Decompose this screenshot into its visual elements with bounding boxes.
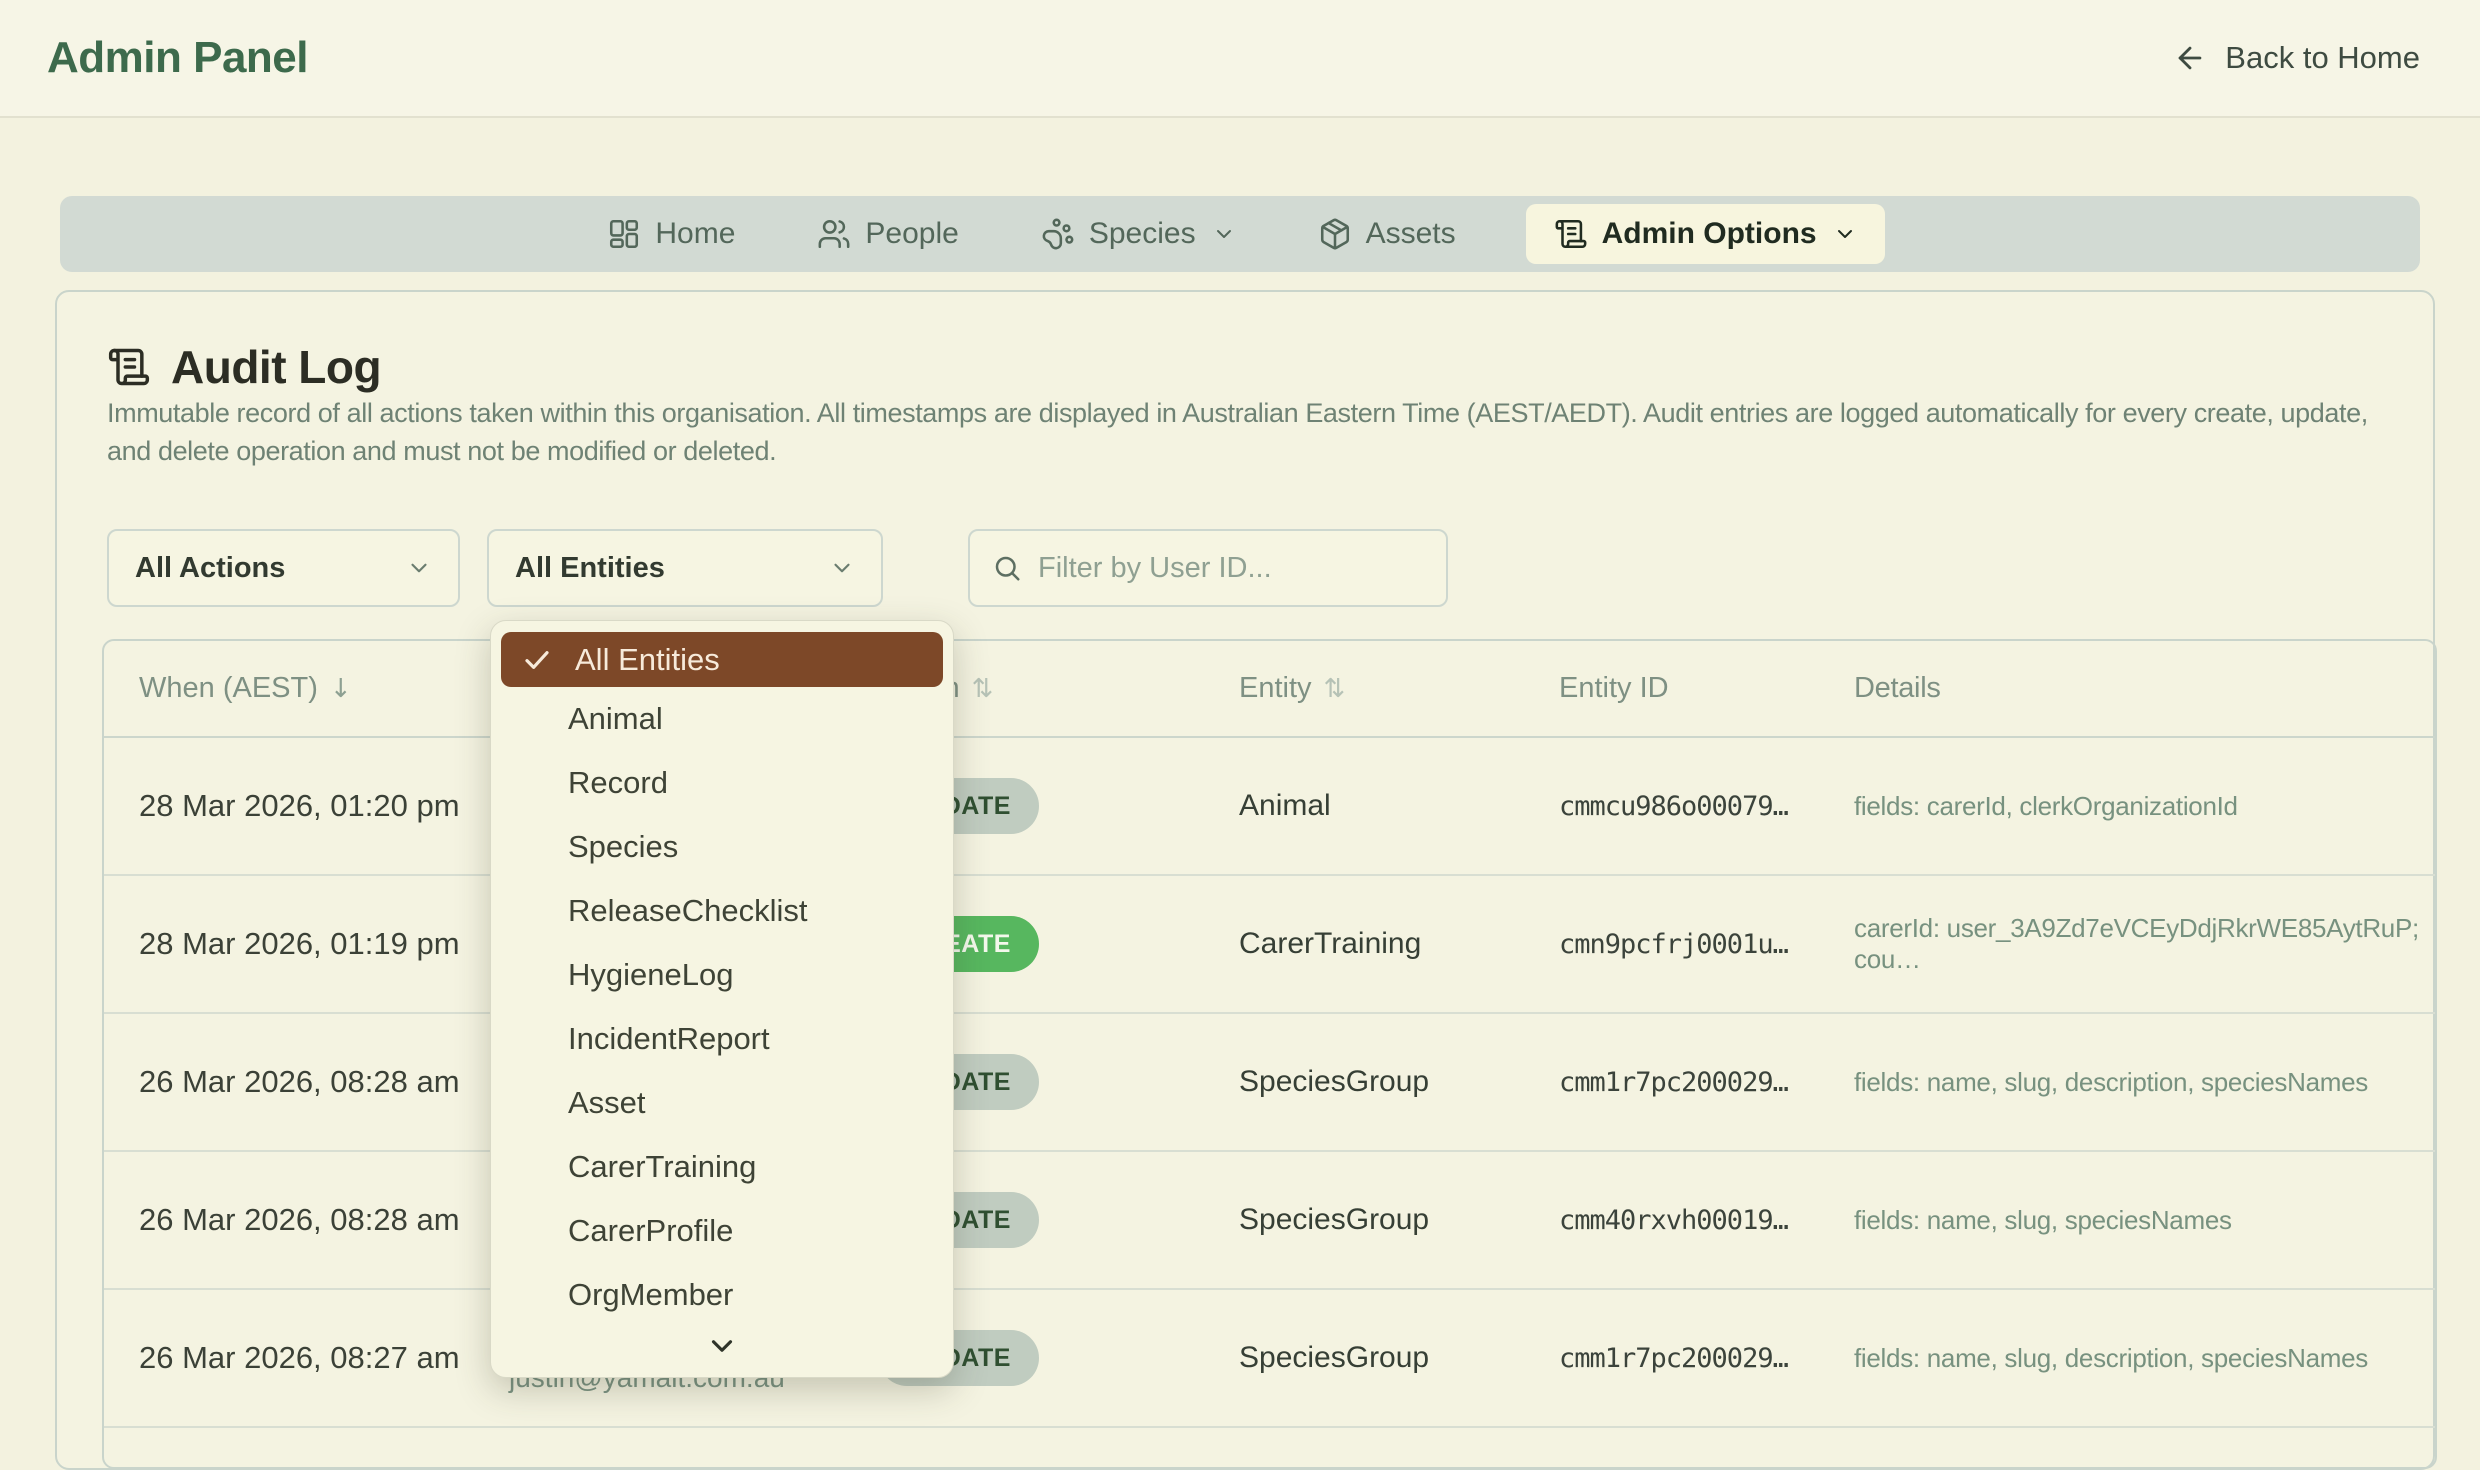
dashboard-grid-icon [607,217,641,251]
table-row: 26 Mar 2026, 08:28 am UPDATE SpeciesGrou… [104,1014,2435,1152]
dropdown-option-hygienelog[interactable]: HygieneLog [501,943,943,1007]
entity-filter-dropdown: All Entities Animal Record Species Relea… [490,620,954,1378]
when-cell: 26 Mar 2026, 08:28 am [139,1064,460,1099]
when-cell: 26 Mar 2026, 08:28 am [139,1202,460,1237]
audit-table: When (AEST) ↓ Action ⇅ Entity ⇅ Entity I… [102,639,2437,1469]
entity-id-cell: cmm1r7pc200029… [1559,1066,1789,1098]
entity-id-cell: cmn9pcfrj0001u… [1559,928,1789,960]
dropdown-option-asset[interactable]: Asset [501,1071,943,1135]
column-label: Entity [1239,672,1312,704]
table-row: 26 Mar 2026, 08:28 am UPDATE SpeciesGrou… [104,1152,2435,1290]
sort-both-icon: ⇅ [971,673,994,704]
sort-desc-icon: ↓ [329,673,352,704]
nav-item-people[interactable]: People [805,204,970,264]
entity-id-cell: cmm1r7pc200029… [1559,1342,1789,1374]
nav-item-species[interactable]: Species [1029,204,1248,264]
table-row: 28 Mar 2026, 01:20 pm UPDATE Animal cmmc… [104,738,2435,876]
dropdown-option-animal[interactable]: Animal [501,687,943,751]
entity-id-cell: cmm40rxvh00019… [1559,1204,1789,1236]
arrow-left-icon [2173,41,2207,75]
details-cell: fields: name, slug, speciesNames [1854,1204,2232,1235]
nav-item-label: People [865,217,959,250]
nav-item-label: Assets [1365,217,1456,250]
sort-both-icon: ⇅ [1323,673,1346,704]
dropdown-option-incidentreport[interactable]: IncidentReport [501,1007,943,1071]
paw-print-icon [1041,217,1075,251]
column-header-when[interactable]: When (AEST) ↓ [139,641,352,736]
when-cell: 28 Mar 2026, 01:20 pm [139,788,460,823]
user-id-filter [968,529,1448,607]
entity-id-cell: cmmcu986o00079… [1559,790,1789,822]
main-nav: Home People Species Assets Admin Options [60,196,2420,272]
column-header-entity-id: Entity ID [1559,641,1669,736]
audit-log-card: Audit Log Immutable record of all action… [55,290,2437,1470]
audit-log-description: Immutable record of all actions taken wi… [107,398,2368,466]
entity-cell: SpeciesGroup [1239,1341,1430,1374]
dropdown-scroll-down-chevron[interactable] [491,1329,953,1363]
filters-row: All Actions All Entities [107,529,1448,607]
dropdown-option-carertraining[interactable]: CarerTraining [501,1135,943,1199]
scroll-icon [107,345,151,389]
chevron-down-icon [1212,222,1236,246]
column-label: Entity ID [1559,672,1669,704]
audit-table-header: When (AEST) ↓ Action ⇅ Entity ⇅ Entity I… [104,641,2435,738]
audit-log-title: Audit Log [171,341,382,393]
nav-item-admin-options[interactable]: Admin Options [1525,204,1885,264]
dropdown-option-carerprofile[interactable]: CarerProfile [501,1199,943,1263]
check-icon [521,644,553,676]
dropdown-option-all-entities[interactable]: All Entities [501,632,943,687]
chevron-down-icon [829,555,855,581]
details-cell: fields: name, slug, description, species… [1854,1342,2368,1373]
details-cell: fields: name, slug, description, species… [1854,1066,2368,1097]
table-row: 28 Mar 2026, 01:19 pm CREATE CarerTraini… [104,876,2435,1014]
dropdown-option-species[interactable]: Species [501,815,943,879]
column-header-details: Details [1854,641,1941,736]
column-label: When (AEST) [139,672,318,704]
scroll-icon [1554,217,1588,251]
package-icon [1318,217,1352,251]
nav-item-label: Home [655,217,736,250]
column-header-entity[interactable]: Entity ⇅ [1239,641,1345,736]
column-label: Details [1854,672,1941,704]
dropdown-option-orgmember[interactable]: OrgMember [501,1263,943,1327]
entity-cell: Animal [1239,789,1331,822]
chevron-down-icon [406,555,432,581]
when-cell: 26 Mar 2026, 08:27 am [139,1340,460,1375]
page-title: Admin Panel [47,33,309,82]
back-to-home-link[interactable]: Back to Home [2173,40,2420,76]
nav-item-assets[interactable]: Assets [1306,204,1468,264]
back-to-home-label: Back to Home [2225,40,2420,75]
dropdown-option-label: All Entities [575,641,720,677]
top-header: Admin Panel Back to Home [0,0,2480,118]
entities-filter-value: All Entities [515,551,665,584]
details-cell: carerId: user_3A9Zd7eVCEyDdjRkrWE85AytRu… [1854,913,2419,974]
entity-cell: CarerTraining [1239,927,1422,960]
details-cell: fields: carerId, clerkOrganizationId [1854,790,2238,821]
nav-item-label: Species [1088,217,1196,250]
nav-item-home[interactable]: Home [595,204,747,264]
table-row: 26 Mar 2026, 08:27 am justin@yamalt.com.… [104,1290,2435,1428]
when-cell: 28 Mar 2026, 01:19 pm [139,926,460,961]
nav-item-label: Admin Options [1601,217,1817,250]
entity-cell: SpeciesGroup [1239,1203,1430,1236]
entities-filter-select[interactable]: All Entities [487,529,883,607]
actions-filter-select[interactable]: All Actions [107,529,460,607]
entity-cell: SpeciesGroup [1239,1065,1430,1098]
user-id-filter-input[interactable] [1038,551,1424,585]
dropdown-option-record[interactable]: Record [501,751,943,815]
users-icon [817,217,851,251]
actions-filter-value: All Actions [135,551,286,584]
search-icon [992,553,1022,583]
audit-log-title-row: Audit Log [107,340,382,394]
dropdown-option-releasechecklist[interactable]: ReleaseChecklist [501,879,943,943]
chevron-down-icon [1833,222,1857,246]
